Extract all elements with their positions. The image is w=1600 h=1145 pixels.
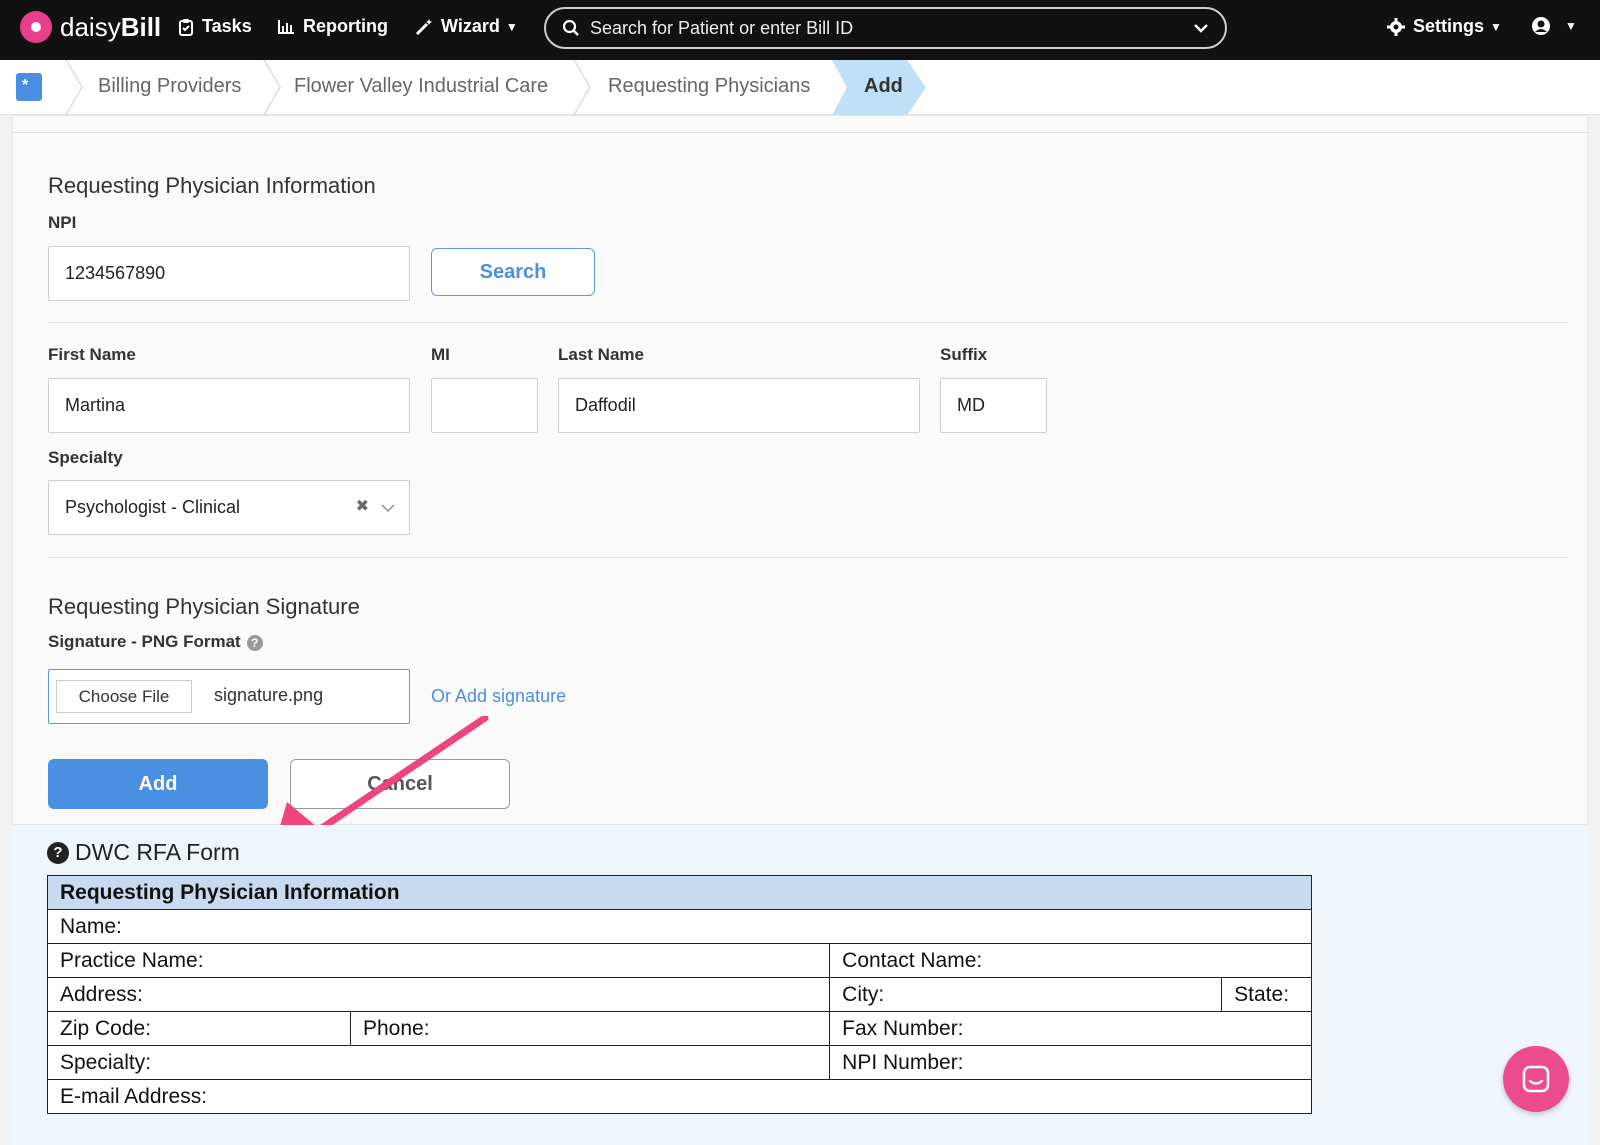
chevron-down-icon: ▼ [1490, 19, 1502, 34]
breadcrumb-separator [573, 60, 591, 115]
breadcrumb: Billing Providers Flower Valley Industri… [0, 60, 1600, 115]
npi-search-button[interactable]: Search [431, 248, 595, 296]
nav-settings[interactable]: Settings ▼ [1387, 16, 1502, 37]
chevron-down-icon[interactable] [1193, 19, 1209, 37]
last-name-value: Daffodil [575, 395, 636, 415]
last-name-input[interactable]: Daffodil [558, 378, 920, 433]
gear-icon [1387, 17, 1405, 36]
nav-settings-label: Settings [1413, 16, 1485, 36]
rfa-npi-number: NPI Number: [829, 1045, 1312, 1080]
add-button[interactable]: Add [48, 759, 268, 809]
nav-wizard-label: Wizard [441, 16, 500, 36]
choose-file-button[interactable]: Choose File [56, 680, 192, 713]
breadcrumb-separator [65, 60, 83, 115]
user-avatar-icon [1532, 17, 1550, 35]
rfa-header: Requesting Physician Information [47, 875, 1312, 910]
user-menu[interactable]: ▼ [1531, 16, 1577, 36]
rfa-city: City: [829, 977, 1223, 1012]
breadcrumb-billing-providers[interactable]: Billing Providers [98, 75, 241, 98]
suffix-value: MD [957, 395, 985, 415]
search-icon [562, 19, 579, 36]
requesting-physician-form: Requesting Physician Information NPI 123… [12, 115, 1589, 878]
specialty-select[interactable]: Psychologist - Clinical ✖ [48, 480, 410, 535]
rfa-contact-name: Contact Name: [829, 943, 1312, 978]
nav-reporting[interactable]: Reporting [277, 16, 388, 37]
nav-tasks-label: Tasks [202, 16, 252, 36]
npi-label: NPI [48, 213, 77, 232]
rfa-name: Name: [47, 909, 1312, 944]
rfa-practice-name: Practice Name: [46, 943, 831, 978]
add-signature-link[interactable]: Or Add signature [431, 686, 566, 707]
nav-wizard[interactable]: Wizard ▼ [415, 16, 518, 37]
chat-launcher-button[interactable] [1503, 1046, 1569, 1112]
clipboard-icon [179, 18, 193, 36]
billing-provider-icon[interactable] [16, 73, 42, 101]
npi-value: 1234567890 [65, 263, 166, 283]
specialty-value: Psychologist - Clinical [65, 497, 241, 517]
section-divider [48, 322, 1568, 323]
chevron-down-icon: ▼ [505, 19, 518, 34]
daisy-flower-icon [20, 11, 52, 43]
breadcrumb-flower-valley[interactable]: Flower Valley Industrial Care [294, 75, 548, 98]
daisybill-logo[interactable]: daisyBill [20, 11, 161, 43]
npi-input[interactable]: 1234567890 [48, 246, 410, 301]
patient-search-input[interactable]: Search for Patient or enter Bill ID [544, 7, 1227, 49]
first-name-label: First Name [48, 345, 136, 364]
signature-label-text: Signature - PNG Format [48, 632, 241, 651]
mi-label: MI [431, 345, 450, 364]
specialty-label: Specialty [48, 448, 123, 467]
breadcrumb-requesting-physicians[interactable]: Requesting Physicians [608, 75, 810, 98]
rfa-state: State: [1221, 977, 1312, 1012]
first-name-value: Martina [65, 395, 126, 415]
clear-icon[interactable]: ✖ [356, 496, 369, 516]
nav-tasks[interactable]: Tasks [178, 16, 252, 37]
help-icon[interactable]: ? [246, 634, 263, 651]
bar-chart-icon [278, 19, 294, 34]
logo-text-bold: Bill [120, 11, 162, 42]
rfa-specialty: Specialty: [46, 1045, 831, 1080]
rfa-title: ? DWC RFA Form [47, 839, 240, 866]
chevron-down-icon: ▼ [1565, 19, 1577, 33]
signature-label: Signature - PNG Format? [48, 632, 263, 652]
mi-input[interactable] [431, 378, 538, 433]
rfa-table: Requesting Physician Information Name: P… [46, 875, 1312, 1114]
search-placeholder: Search for Patient or enter Bill ID [590, 17, 854, 38]
chat-icon [1522, 1065, 1550, 1093]
selected-file-name: signature.png [214, 685, 324, 705]
signature-section-title: Requesting Physician Signature [48, 594, 360, 619]
chevron-down-icon[interactable] [381, 503, 395, 513]
rfa-fax: Fax Number: [829, 1011, 1312, 1046]
rfa-phone: Phone: [349, 1011, 831, 1046]
info-section-title: Requesting Physician Information [48, 173, 376, 198]
section-divider [48, 557, 1568, 558]
rfa-title-text: DWC RFA Form [75, 839, 240, 865]
dwc-rfa-preview: ? DWC RFA Form Requesting Physician Info… [12, 825, 1588, 1145]
breadcrumb-add: Add [864, 75, 903, 97]
rfa-email: E-mail Address: [47, 1079, 1312, 1114]
card-divider [13, 132, 1589, 133]
last-name-label: Last Name [558, 345, 644, 364]
rfa-address: Address: [46, 977, 831, 1012]
first-name-input[interactable]: Martina [48, 378, 410, 433]
breadcrumb-separator [263, 60, 281, 115]
suffix-input[interactable]: MD [940, 378, 1047, 433]
logo-text-light: daisy [60, 11, 121, 42]
rfa-zip: Zip Code: [47, 1011, 351, 1046]
top-nav: daisyBill Tasks Reporting Wizard ▼ Searc… [0, 0, 1600, 60]
question-circle-icon[interactable]: ? [47, 841, 69, 864]
nav-reporting-label: Reporting [303, 16, 388, 36]
breadcrumb-active: Add [832, 60, 926, 115]
suffix-label: Suffix [940, 345, 988, 364]
magic-wand-icon [415, 18, 432, 35]
